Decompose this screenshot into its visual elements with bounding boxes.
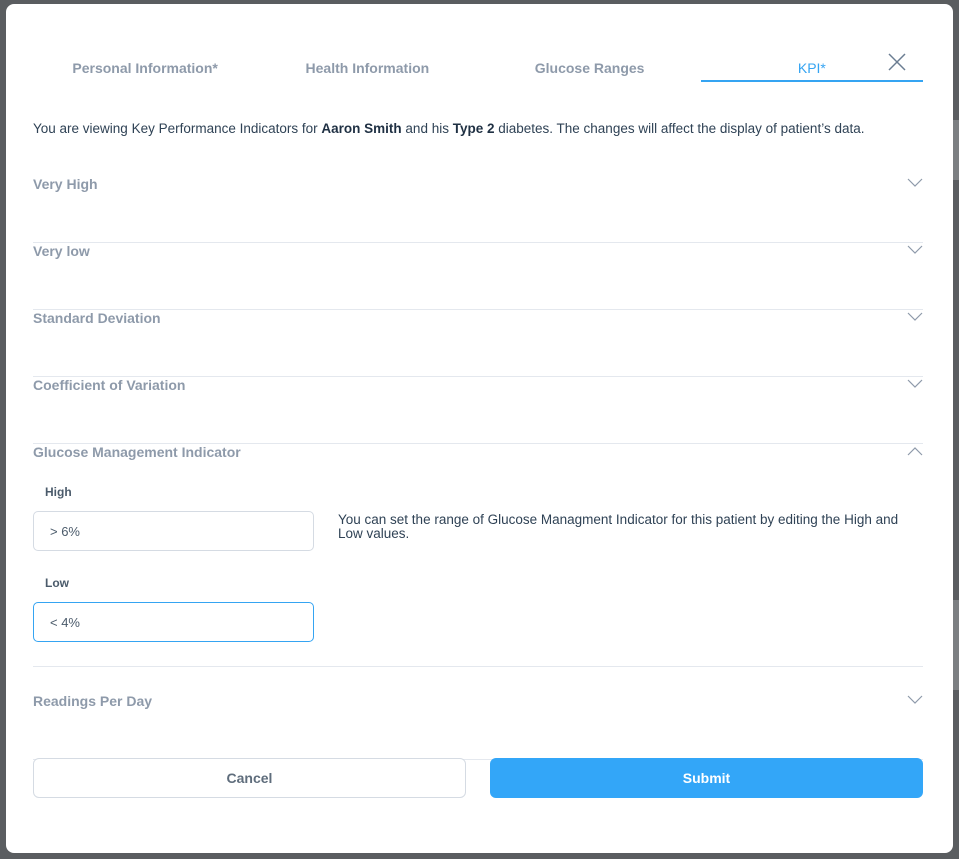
patient-name: Aaron Smith — [321, 121, 402, 136]
section-label: Standard Deviation — [33, 310, 161, 326]
gmi-high-input[interactable] — [33, 511, 314, 551]
tab-personal-information[interactable]: Personal Information* — [34, 50, 256, 82]
tab-health-information[interactable]: Health Information — [256, 50, 478, 82]
chevron-down-icon — [907, 379, 923, 388]
section-label: Very High — [33, 176, 98, 192]
chevron-down-icon — [907, 178, 923, 187]
cancel-button[interactable]: Cancel — [33, 758, 466, 798]
section-very-high[interactable]: Very High — [33, 176, 923, 243]
intro-middle: and his — [401, 121, 453, 136]
gmi-low-input[interactable] — [33, 602, 314, 642]
chevron-up-icon[interactable] — [907, 446, 923, 456]
close-icon — [888, 53, 906, 71]
close-button[interactable] — [886, 51, 908, 73]
chevron-down-icon — [907, 245, 923, 254]
low-label: Low — [45, 576, 69, 590]
intro-text: You are viewing Key Performance Indicato… — [33, 122, 928, 136]
intro-prefix: You are viewing Key Performance Indicato… — [33, 121, 322, 136]
intro-suffix: diabetes. The changes will affect the di… — [494, 121, 865, 136]
diabetes-type: Type 2 — [452, 121, 495, 136]
section-coefficient-of-variation[interactable]: Coefficient of Variation — [33, 377, 923, 444]
section-label[interactable]: Glucose Management Indicator — [33, 444, 241, 460]
high-label: High — [45, 485, 72, 499]
section-very-low[interactable]: Very low — [33, 243, 923, 310]
section-standard-deviation[interactable]: Standard Deviation — [33, 310, 923, 377]
section-label: Readings Per Day — [33, 693, 153, 709]
section-label: Very low — [33, 243, 90, 259]
submit-button[interactable]: Submit — [490, 758, 923, 798]
gmi-help-text: You can set the range of Glucose Managme… — [338, 512, 899, 541]
kpi-modal: Personal Information* Health Information… — [6, 4, 953, 853]
tab-bar: Personal Information* Health Information… — [34, 50, 923, 82]
tab-glucose-ranges[interactable]: Glucose Ranges — [479, 50, 701, 82]
chevron-down-icon — [907, 312, 923, 321]
section-label: Coefficient of Variation — [33, 377, 186, 393]
chevron-down-icon — [907, 695, 923, 704]
section-readings-per-day[interactable]: Readings Per Day — [33, 693, 923, 760]
